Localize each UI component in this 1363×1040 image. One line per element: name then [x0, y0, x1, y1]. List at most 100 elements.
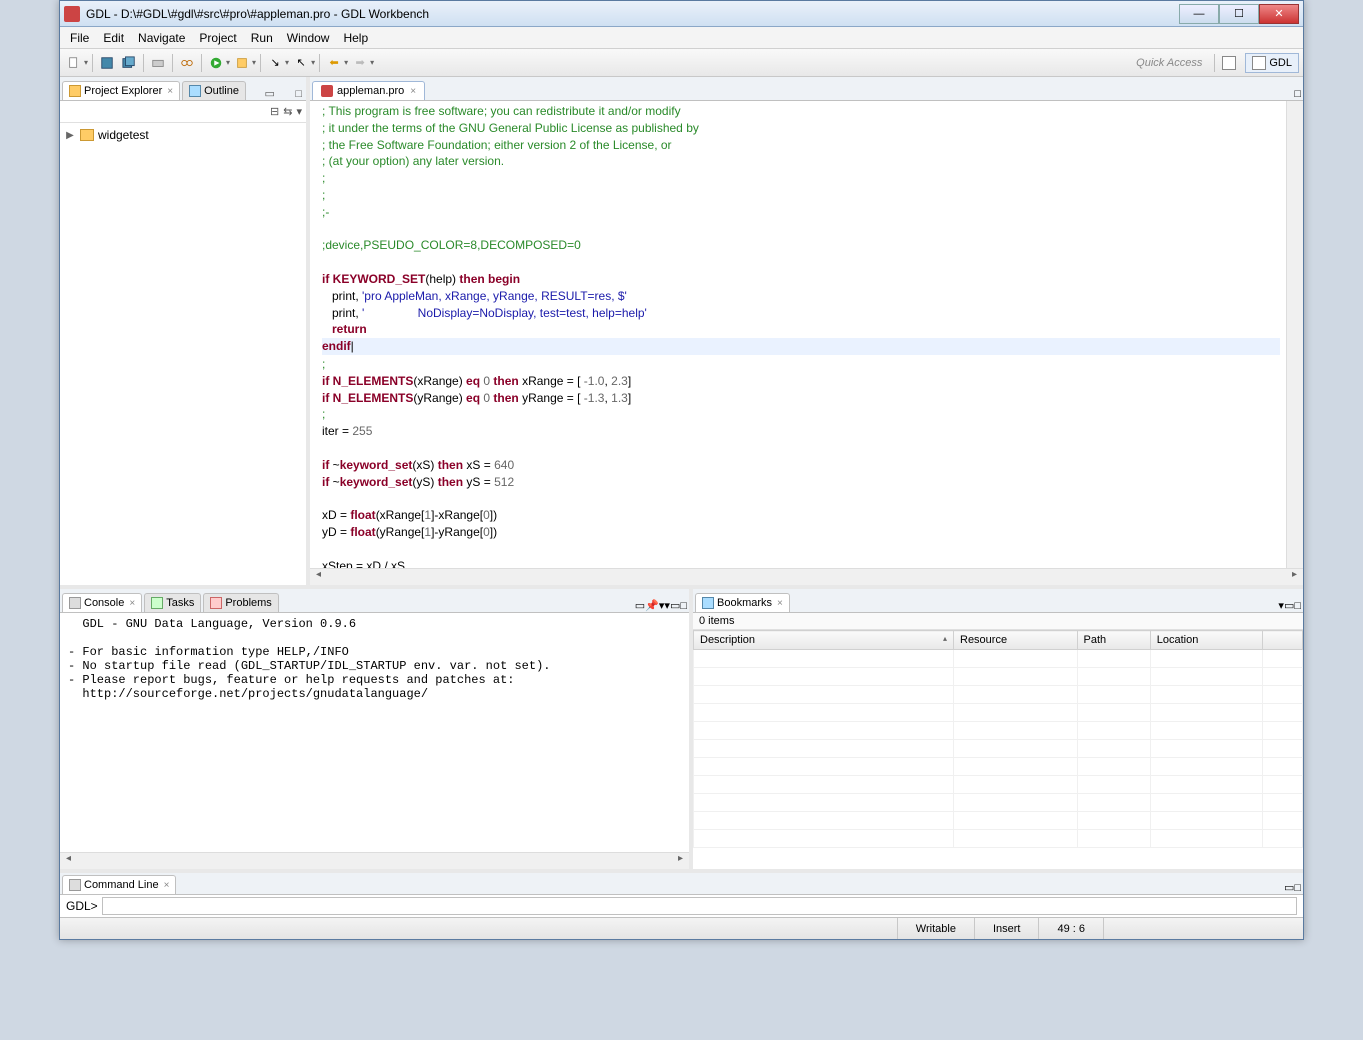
scroll-left-icon[interactable]: ◂	[310, 569, 327, 585]
forward-button[interactable]: ➡	[350, 53, 370, 73]
table-row[interactable]	[694, 722, 1303, 740]
bookmarks-table[interactable]: Description▴ Resource Path Location	[693, 630, 1303, 869]
console-output[interactable]: GDL - GNU Data Language, Version 0.9.6 -…	[60, 613, 689, 852]
dropdown-icon[interactable]: ▾	[84, 58, 88, 67]
menu-project[interactable]: Project	[193, 29, 242, 47]
close-icon[interactable]: ×	[777, 598, 783, 609]
tree-item-widgetest[interactable]: ▶ widgetest	[62, 127, 304, 143]
table-row[interactable]	[694, 794, 1303, 812]
view-minimize-icon[interactable]: ▭	[1284, 881, 1294, 894]
save-all-button[interactable]	[119, 53, 139, 73]
new-button[interactable]	[64, 53, 84, 73]
run-button[interactable]	[206, 53, 226, 73]
external-tools-button[interactable]	[232, 53, 252, 73]
menu-edit[interactable]: Edit	[97, 29, 130, 47]
col-path[interactable]: Path	[1077, 631, 1150, 650]
editor-area: appleman.pro × □ ; This program is free …	[310, 77, 1303, 585]
menu-run[interactable]: Run	[245, 29, 279, 47]
project-tree[interactable]: ▶ widgetest	[60, 123, 306, 585]
prev-annotation-button[interactable]: ↖	[291, 53, 311, 73]
titlebar[interactable]: GDL - D:\#GDL\#gdl\#src\#pro\#appleman.p…	[60, 1, 1303, 27]
col-extra[interactable]	[1263, 631, 1303, 650]
view-minimize-icon[interactable]: ▭	[260, 87, 278, 100]
menu-help[interactable]: Help	[337, 29, 374, 47]
view-maximize-icon[interactable]: □	[680, 600, 687, 612]
vertical-scrollbar[interactable]	[1286, 101, 1303, 568]
save-button[interactable]	[97, 53, 117, 73]
dropdown-icon[interactable]: ▾	[370, 58, 374, 67]
next-annotation-button[interactable]: ↘	[265, 53, 285, 73]
back-button[interactable]: ⬅	[324, 53, 344, 73]
tab-bookmarks[interactable]: Bookmarks ×	[695, 593, 790, 612]
view-maximize-icon[interactable]: □	[1294, 882, 1301, 894]
expand-icon[interactable]: ▶	[64, 130, 76, 141]
table-row[interactable]	[694, 740, 1303, 758]
gdl-perspective-icon	[1252, 56, 1266, 70]
collapse-all-icon[interactable]: ⊟	[270, 105, 279, 118]
terminal-icon	[69, 879, 81, 891]
menu-navigate[interactable]: Navigate	[132, 29, 191, 47]
open-perspective-button[interactable]	[1219, 53, 1239, 73]
workarea: Project Explorer × Outline ▭ □ ⊟ ⇆ ▾	[60, 77, 1303, 917]
print-button[interactable]	[148, 53, 168, 73]
folder-icon	[80, 129, 94, 141]
col-location[interactable]: Location	[1150, 631, 1262, 650]
tasks-icon	[151, 597, 163, 609]
table-row[interactable]	[694, 704, 1303, 722]
table-row[interactable]	[694, 830, 1303, 848]
table-row[interactable]	[694, 758, 1303, 776]
editor-tab-appleman[interactable]: appleman.pro ×	[312, 81, 425, 100]
console-scrollbar[interactable]: ◂▸	[60, 852, 689, 869]
command-prompt: GDL>	[66, 899, 98, 913]
command-input[interactable]	[102, 897, 1297, 915]
dropdown-icon[interactable]: ▾	[252, 58, 256, 67]
menu-file[interactable]: File	[64, 29, 95, 47]
horizontal-scrollbar[interactable]: ◂ ▸	[310, 568, 1303, 585]
tab-tasks[interactable]: Tasks	[144, 593, 201, 612]
status-cursor-pos: 49 : 6	[1038, 918, 1103, 939]
table-row[interactable]	[694, 686, 1303, 704]
tab-command-line[interactable]: Command Line ×	[62, 875, 176, 894]
col-description[interactable]: Description▴	[694, 631, 954, 650]
close-icon[interactable]: ×	[164, 880, 170, 891]
folder-icon	[69, 85, 81, 97]
close-icon[interactable]: ×	[167, 86, 173, 97]
table-row[interactable]	[694, 776, 1303, 794]
dropdown-icon[interactable]: ▾	[226, 58, 230, 67]
tab-project-explorer[interactable]: Project Explorer ×	[62, 81, 180, 100]
col-resource[interactable]: Resource	[954, 631, 1078, 650]
table-row[interactable]	[694, 812, 1303, 830]
outline-icon	[189, 85, 201, 97]
view-minimize-icon[interactable]: ▭	[670, 599, 680, 612]
pin-console-icon[interactable]: 📌	[645, 599, 659, 612]
command-line-view: Command Line × ▭ □ GDL>	[60, 869, 1303, 917]
menu-window[interactable]: Window	[281, 29, 336, 47]
table-row[interactable]	[694, 650, 1303, 668]
view-maximize-icon[interactable]: □	[1294, 600, 1301, 612]
tab-outline[interactable]: Outline	[182, 81, 246, 100]
tab-console[interactable]: Console ×	[62, 593, 142, 612]
view-minimize-icon[interactable]: ▭	[1284, 599, 1294, 612]
status-insert-mode[interactable]: Insert	[974, 918, 1039, 939]
quick-access[interactable]: Quick Access	[1128, 55, 1210, 71]
dropdown-icon[interactable]: ▾	[344, 58, 348, 67]
view-maximize-icon[interactable]: □	[291, 88, 306, 100]
close-icon[interactable]: ×	[129, 598, 135, 609]
console-view: Console × Tasks Problems ▭ 📌 ▾	[60, 589, 693, 869]
dropdown-icon[interactable]: ▾	[285, 58, 289, 67]
tab-problems[interactable]: Problems	[203, 593, 278, 612]
table-row[interactable]	[694, 668, 1303, 686]
code-editor[interactable]: ; This program is free software; you can…	[310, 101, 1286, 568]
link-button[interactable]	[177, 53, 197, 73]
link-editor-icon[interactable]: ⇆	[283, 105, 292, 118]
perspective-gdl[interactable]: GDL	[1245, 53, 1299, 73]
view-menu-icon[interactable]: ▾	[296, 105, 302, 118]
view-maximize-icon[interactable]: □	[1294, 88, 1301, 100]
close-icon[interactable]: ×	[410, 86, 416, 97]
close-button[interactable]: ✕	[1259, 4, 1299, 24]
dropdown-icon[interactable]: ▾	[311, 58, 315, 67]
scroll-right-icon[interactable]: ▸	[1286, 569, 1303, 585]
maximize-button[interactable]: ☐	[1219, 4, 1259, 24]
minimize-button[interactable]: —	[1179, 4, 1219, 24]
clear-console-icon[interactable]: ▭	[635, 599, 645, 612]
